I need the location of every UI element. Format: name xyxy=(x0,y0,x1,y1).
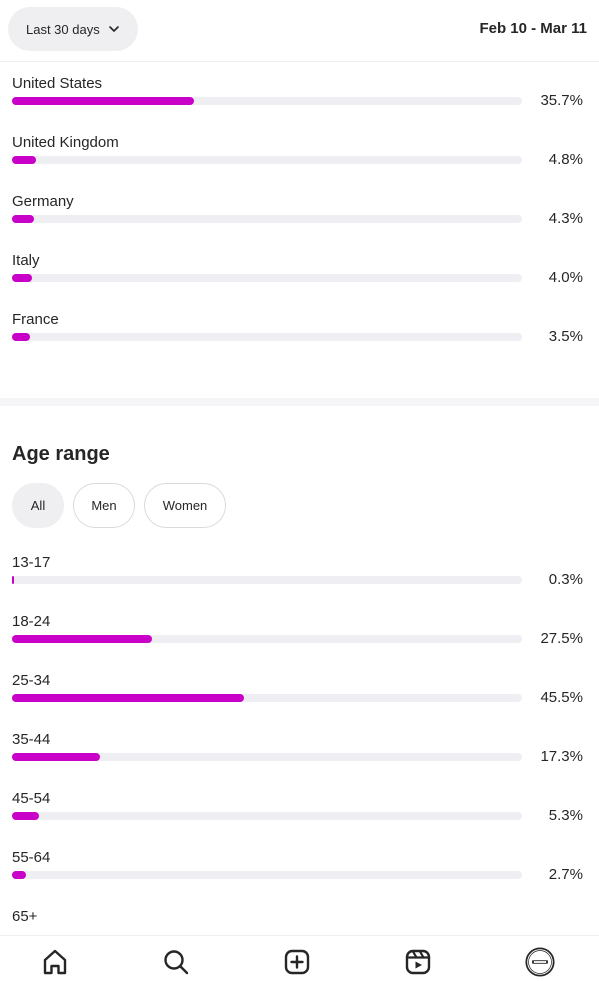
bar-fill xyxy=(12,635,153,643)
bar-fill xyxy=(12,753,101,761)
chevron-down-icon xyxy=(108,26,119,32)
bar-track xyxy=(12,97,522,105)
location-row: Germany 4.3% xyxy=(12,193,587,243)
bar-fill xyxy=(12,694,245,702)
bar-fill xyxy=(12,97,195,105)
bar-fill xyxy=(12,812,40,820)
location-value: 4.3% xyxy=(548,210,583,227)
age-label: 25-34 xyxy=(12,672,51,689)
location-label: United Kingdom xyxy=(12,134,119,151)
bar-track xyxy=(12,576,522,584)
age-label: 35-44 xyxy=(12,731,51,748)
location-label: France xyxy=(12,311,59,328)
age-label: 65+ xyxy=(12,908,38,925)
bar-track xyxy=(12,635,522,643)
filter-chip-men[interactable]: Men xyxy=(73,483,135,528)
period-dropdown-button[interactable]: Last 30 days xyxy=(8,7,138,51)
location-row: United States 35.7% xyxy=(12,75,587,125)
create-icon xyxy=(284,949,310,975)
bar-track xyxy=(12,333,522,341)
age-range-title: Age range xyxy=(12,443,110,465)
bar-track xyxy=(12,215,522,223)
location-value: 4.0% xyxy=(548,269,583,286)
location-label: Germany xyxy=(12,193,74,210)
filter-chip-all[interactable]: All xyxy=(12,483,64,528)
bar-track xyxy=(12,156,522,164)
profile-avatar-icon xyxy=(525,947,555,977)
filter-chip-women[interactable]: Women xyxy=(144,483,226,528)
bar-track xyxy=(12,694,522,702)
age-value: 0.3% xyxy=(548,571,583,588)
bar-fill xyxy=(12,215,34,223)
age-row: 18-24 27.5% xyxy=(12,613,587,663)
age-value: 5.3% xyxy=(548,807,583,824)
nav-home[interactable] xyxy=(37,944,73,980)
location-row: France 3.5% xyxy=(12,311,587,361)
date-range: Feb 10 - Mar 11 xyxy=(479,20,587,37)
age-value: 17.3% xyxy=(540,748,583,765)
location-row: Italy 4.0% xyxy=(12,252,587,302)
bar-fill xyxy=(12,871,26,879)
age-row: 13-17 0.3% xyxy=(12,554,587,604)
age-row: 55-64 2.7% xyxy=(12,849,587,899)
location-label: United States xyxy=(12,75,103,92)
age-value: 45.5% xyxy=(540,689,583,706)
nav-reels[interactable] xyxy=(400,944,436,980)
period-label: Last 30 days xyxy=(26,21,100,37)
section-divider xyxy=(0,398,599,406)
bar-fill xyxy=(12,274,33,282)
bar-fill xyxy=(12,333,30,341)
location-value: 35.7% xyxy=(540,92,583,109)
bar-track xyxy=(12,274,522,282)
bar-track xyxy=(12,753,522,761)
age-label: 18-24 xyxy=(12,613,51,630)
top-bar: Last 30 days Feb 10 - Mar 11 xyxy=(0,0,599,62)
age-value: 2.7% xyxy=(548,866,583,883)
bar-track xyxy=(12,871,522,879)
age-row: 25-34 45.5% xyxy=(12,672,587,722)
reels-icon xyxy=(405,949,431,975)
nav-create[interactable] xyxy=(279,944,315,980)
home-icon xyxy=(43,949,67,975)
age-row: 35-44 17.3% xyxy=(12,731,587,781)
bar-fill xyxy=(12,576,14,584)
age-label: 55-64 xyxy=(12,849,51,866)
age-row: 45-54 5.3% xyxy=(12,790,587,840)
nav-search[interactable] xyxy=(158,944,194,980)
location-row: United Kingdom 4.8% xyxy=(12,134,587,184)
age-value: 27.5% xyxy=(540,630,583,647)
age-label: 45-54 xyxy=(12,790,51,807)
bar-track xyxy=(12,812,522,820)
location-label: Italy xyxy=(12,252,40,269)
bottom-nav xyxy=(0,935,599,981)
location-value: 4.8% xyxy=(548,151,583,168)
age-label: 13-17 xyxy=(12,554,51,571)
location-value: 3.5% xyxy=(548,328,583,345)
bar-fill xyxy=(12,156,37,164)
nav-profile[interactable] xyxy=(522,944,558,980)
search-icon xyxy=(164,950,189,975)
